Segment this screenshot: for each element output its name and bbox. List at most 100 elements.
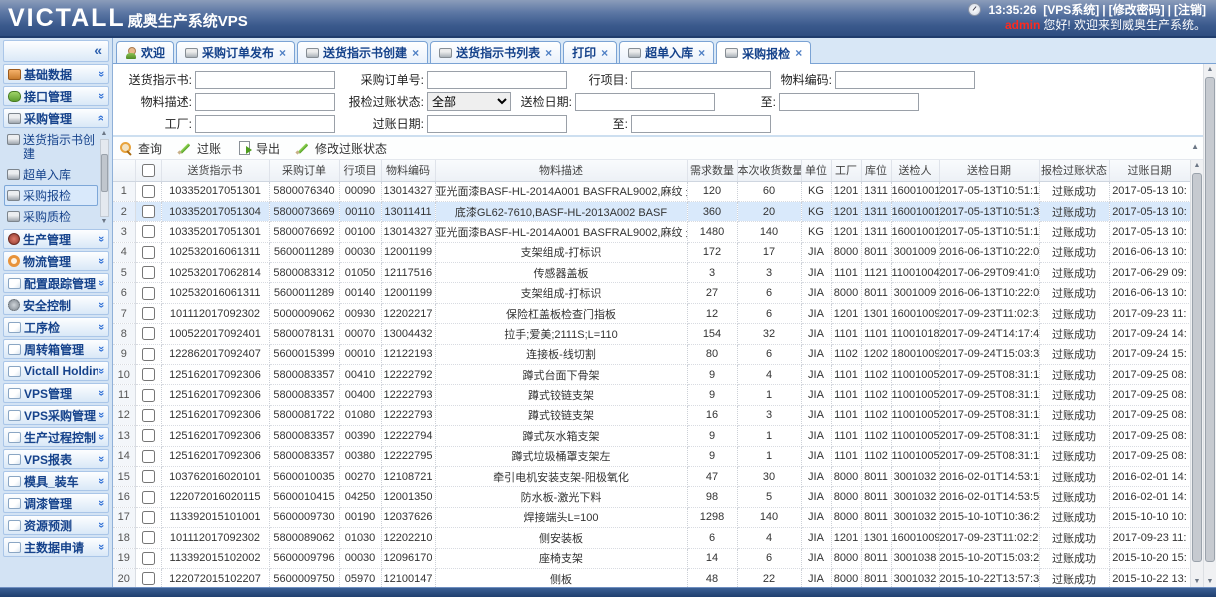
sidebar-item-15[interactable]: 调漆管理 »: [3, 493, 109, 513]
column-header-7[interactable]: 单位: [801, 160, 831, 181]
table-row-5[interactable]: 510253201706281458000833120105012117516传…: [113, 263, 1190, 283]
table-row-4[interactable]: 410253201606131156000112890003012001199支…: [113, 242, 1190, 262]
column-header-5[interactable]: 需求数量: [687, 160, 737, 181]
row-checkbox[interactable]: [142, 450, 155, 463]
table-row-18[interactable]: 1810111201709230258000890620103012202210…: [113, 528, 1190, 548]
table-row-14[interactable]: 1412516201709230658000833570038012222795…: [113, 446, 1190, 466]
tab-6[interactable]: 采购报检 ×: [716, 41, 811, 64]
select-all-checkbox[interactable]: [142, 164, 155, 177]
row-checkbox[interactable]: [142, 429, 155, 442]
filter-input[interactable]: [631, 115, 771, 133]
sidebar-item-7[interactable]: 工序检 »: [3, 317, 109, 337]
sidebar-item-11[interactable]: VPS采购管理 »: [3, 405, 109, 425]
table-row-17[interactable]: 1711339201510100156000097300019012037626…: [113, 507, 1190, 527]
filter-input[interactable]: [575, 93, 715, 111]
table-row-2[interactable]: 210335201705130458000736690011013011411底…: [113, 201, 1190, 221]
column-header-4[interactable]: 物料描述: [435, 160, 687, 181]
row-checkbox[interactable]: [142, 246, 155, 259]
row-checkbox[interactable]: [142, 266, 155, 279]
tab-close-icon[interactable]: ×: [698, 46, 705, 60]
filter-input[interactable]: [835, 71, 975, 89]
column-header-2[interactable]: 行项目: [339, 160, 381, 181]
page-scrollbar[interactable]: ▲ ▼: [1203, 64, 1216, 587]
sidebar-item-2[interactable]: 采购管理 »: [3, 108, 109, 128]
page-scroll-thumb[interactable]: [1205, 77, 1215, 562]
row-checkbox[interactable]: [142, 348, 155, 361]
row-checkbox[interactable]: [142, 205, 155, 218]
sidebar-item-17[interactable]: 主数据申请 »: [3, 537, 109, 557]
tab-close-icon[interactable]: ×: [601, 46, 608, 60]
tab-close-icon[interactable]: ×: [545, 46, 552, 60]
sidebar-collapse-button[interactable]: «: [3, 40, 109, 62]
table-row-9[interactable]: 912286201709240756000153990001012122193连…: [113, 344, 1190, 364]
collapse-filter-icon[interactable]: ▲: [1191, 142, 1199, 151]
tab-close-icon[interactable]: ×: [279, 46, 286, 60]
grid-scroll-thumb[interactable]: [1192, 173, 1202, 562]
row-checkbox[interactable]: [142, 470, 155, 483]
row-checkbox[interactable]: [142, 287, 155, 300]
tab-close-icon[interactable]: ×: [795, 46, 802, 60]
column-header-0[interactable]: 送货指示书: [161, 160, 269, 181]
row-checkbox[interactable]: [142, 531, 155, 544]
table-row-20[interactable]: 2012207201510220756000097500597012100147…: [113, 568, 1190, 587]
sidebar-subitem-2[interactable]: 采购报检: [4, 185, 98, 206]
table-row-3[interactable]: 310335201705130158000766920010013014327亚…: [113, 222, 1190, 242]
scroll-down-icon[interactable]: ▼: [101, 218, 108, 226]
row-checkbox[interactable]: [142, 511, 155, 524]
scroll-down-icon[interactable]: ▼: [1194, 576, 1201, 587]
sidebar-item-5[interactable]: 配置跟踪管理 »: [3, 273, 109, 293]
sidebar-item-10[interactable]: VPS管理 »: [3, 383, 109, 403]
sidebar-subitem-0[interactable]: 送货指示书创建: [4, 129, 98, 164]
tab-0[interactable]: 欢迎: [116, 41, 174, 63]
table-row-10[interactable]: 1012516201709230658000833570041012222792…: [113, 365, 1190, 385]
tab-close-icon[interactable]: ×: [412, 46, 419, 60]
filter-input[interactable]: [779, 93, 919, 111]
column-header-6[interactable]: 本次收货数量: [737, 160, 801, 181]
tab-5[interactable]: 超单入库 ×: [619, 41, 714, 63]
scroll-up-icon[interactable]: ▲: [101, 130, 108, 138]
sidebar-item-3[interactable]: 生产管理 »: [3, 229, 109, 249]
change-password-link[interactable]: [修改密码]: [1109, 3, 1165, 17]
row-checkbox[interactable]: [142, 552, 155, 565]
sidebar-item-9[interactable]: Victall Holding »: [3, 361, 109, 381]
filter-input[interactable]: [427, 115, 567, 133]
submenu-scroll-thumb[interactable]: [101, 154, 108, 192]
toolbar-button-1[interactable]: 过账: [178, 140, 221, 157]
sidebar-item-12[interactable]: 生产过程控制 »: [3, 427, 109, 447]
sidebar-subitem-1[interactable]: 超单入库: [4, 164, 98, 185]
posting-status-select[interactable]: 全部: [427, 92, 511, 111]
table-row-12[interactable]: 1212516201709230658000817220108012222793…: [113, 405, 1190, 425]
table-row-13[interactable]: 1312516201709230658000833570039012222794…: [113, 426, 1190, 446]
scroll-up-icon[interactable]: ▲: [1194, 160, 1201, 171]
filter-input[interactable]: [195, 93, 335, 111]
tab-3[interactable]: 送货指示书列表 ×: [430, 41, 561, 63]
sidebar-item-16[interactable]: 资源预测 »: [3, 515, 109, 535]
table-row-1[interactable]: 110335201705130158000763400009013014327亚…: [113, 181, 1190, 201]
filter-input[interactable]: [631, 71, 771, 89]
sidebar-item-1[interactable]: 接口管理 »: [3, 86, 109, 106]
row-checkbox[interactable]: [142, 327, 155, 340]
logout-link[interactable]: [注销]: [1174, 3, 1206, 17]
filter-input[interactable]: [195, 71, 335, 89]
row-checkbox[interactable]: [142, 389, 155, 402]
table-row-8[interactable]: 810052201709240158000781310007013004432拉…: [113, 324, 1190, 344]
row-checkbox[interactable]: [142, 225, 155, 238]
grid-scrollbar[interactable]: ▲ ▼: [1190, 160, 1203, 587]
filter-input[interactable]: [195, 115, 335, 133]
toolbar-button-0[interactable]: 查询: [119, 140, 162, 157]
tab-4[interactable]: 打印 ×: [563, 41, 617, 63]
filter-input[interactable]: [427, 71, 567, 89]
column-header-13[interactable]: 过账日期: [1109, 160, 1190, 181]
table-row-6[interactable]: 610253201606131156000112890014012001199支…: [113, 283, 1190, 303]
column-header-10[interactable]: 送检人: [891, 160, 939, 181]
row-checkbox[interactable]: [142, 491, 155, 504]
row-checkbox[interactable]: [142, 307, 155, 320]
tab-2[interactable]: 送货指示书创建 ×: [297, 41, 428, 63]
scroll-up-icon[interactable]: ▲: [1207, 64, 1214, 75]
row-checkbox[interactable]: [142, 572, 155, 585]
row-checkbox[interactable]: [142, 409, 155, 422]
column-header-12[interactable]: 报检过账状态: [1039, 160, 1109, 181]
submenu-scrollbar[interactable]: ▲ ▼: [98, 129, 110, 227]
sidebar-item-13[interactable]: VPS报表 »: [3, 449, 109, 469]
toolbar-button-2[interactable]: 导出: [237, 140, 280, 157]
